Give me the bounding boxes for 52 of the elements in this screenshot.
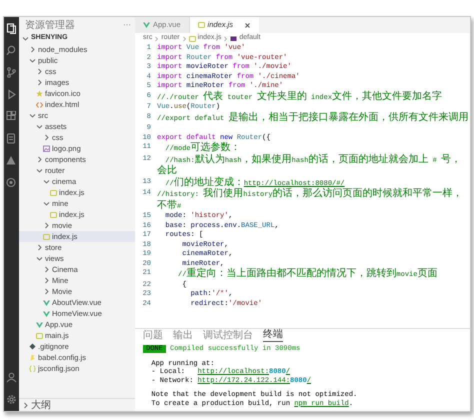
- chevron-right-icon[interactable]: [43, 134, 50, 141]
- chevron-right-icon[interactable]: [43, 277, 50, 284]
- chevron-right-icon: [182, 36, 187, 42]
- close-icon[interactable]: [244, 22, 251, 28]
- chevron-right-icon: [223, 36, 228, 42]
- triangle-icon[interactable]: [6, 155, 17, 166]
- diamond-icon: [29, 342, 36, 350]
- account-icon[interactable]: [6, 372, 17, 383]
- chevron-down-icon[interactable]: [36, 255, 43, 262]
- settings-icon[interactable]: [6, 394, 17, 405]
- sidebar-title: 资源管理器: [25, 18, 75, 32]
- chevron-down-icon[interactable]: [43, 200, 50, 207]
- document-icon[interactable]: [6, 133, 17, 144]
- panel-tab[interactable]: 输出: [173, 330, 193, 342]
- files-icon[interactable]: [6, 23, 17, 34]
- file-icon: [50, 188, 57, 196]
- braces-icon: [29, 364, 36, 372]
- run-icon[interactable]: [6, 89, 17, 100]
- branch-icon[interactable]: [6, 67, 17, 78]
- chevron-right-icon[interactable]: [29, 46, 36, 53]
- chevron-down-icon[interactable]: [29, 57, 36, 64]
- chevron-right-icon[interactable]: [36, 79, 43, 86]
- chevron-down-icon[interactable]: [22, 35, 29, 42]
- chevron-right-icon[interactable]: [36, 156, 43, 163]
- chevron-right-icon[interactable]: [36, 244, 43, 251]
- more-actions[interactable]: ···: [123, 19, 131, 31]
- panel-tab[interactable]: 调试控制台: [203, 330, 253, 342]
- babel-icon: [29, 354, 36, 362]
- code-icon: [36, 100, 43, 108]
- panel-tab[interactable]: 问题: [143, 330, 163, 342]
- image-icon: [43, 144, 50, 152]
- outline-section[interactable]: 大纲: [19, 398, 135, 411]
- star-icon: [36, 90, 43, 98]
- file-icon: [50, 210, 57, 218]
- target-icon[interactable]: [6, 177, 17, 188]
- symbol-icon: [230, 34, 238, 42]
- chevron-right-icon[interactable]: [36, 68, 43, 75]
- extensions-icon[interactable]: [6, 111, 17, 122]
- chevron-right-icon: [154, 36, 160, 42]
- panel-tab[interactable]: 终端: [263, 329, 283, 342]
- file-icon: [43, 232, 50, 240]
- chevron-right-icon[interactable]: [43, 266, 50, 273]
- chevron-right-icon[interactable]: [22, 402, 29, 408]
- chevron-down-icon[interactable]: [36, 167, 43, 174]
- chevron-right-icon[interactable]: [43, 288, 50, 295]
- chevron-down-icon[interactable]: [36, 123, 43, 130]
- search-icon[interactable]: [6, 45, 17, 56]
- chevron-right-icon[interactable]: [43, 222, 50, 229]
- chevron-down-icon[interactable]: [29, 112, 36, 119]
- chevron-down-icon[interactable]: [43, 178, 50, 185]
- vue-icon: [143, 21, 150, 29]
- file-icon: [36, 332, 43, 340]
